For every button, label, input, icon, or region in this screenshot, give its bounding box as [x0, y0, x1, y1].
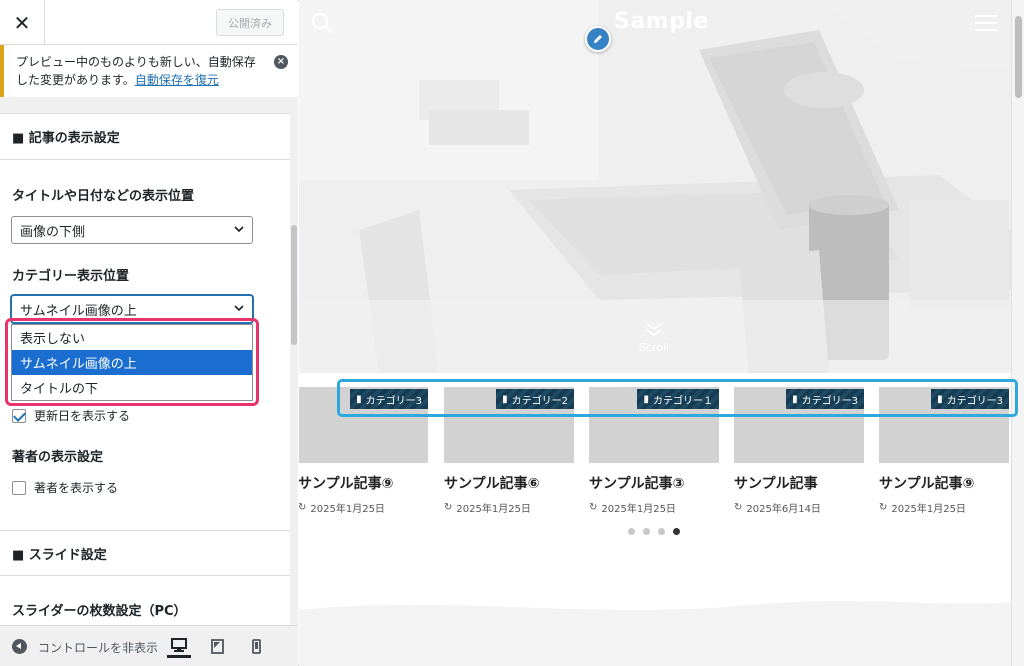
show-updated-checkbox[interactable]: [12, 408, 26, 423]
post-date: 2025年1月25日: [891, 504, 966, 515]
refresh-icon: ↻: [589, 502, 598, 513]
menu-icon[interactable]: [975, 14, 997, 32]
close-button[interactable]: ✕: [0, 0, 45, 45]
post-date: 2025年1月25日: [310, 504, 385, 515]
chevron-down-icon: [234, 305, 244, 312]
pagination-dot-active[interactable]: [673, 528, 680, 535]
site-title[interactable]: Sample: [614, 9, 709, 34]
close-icon: ✕: [13, 10, 31, 35]
site-preview: Sample Scroll ▮ カテゴリー3 サンプル記事⑨ ↻ 2025年1月25…: [299, 0, 1011, 666]
show-updated-label: 更新日を表示する: [34, 409, 131, 423]
tablet-icon[interactable]: [205, 634, 229, 658]
chevron-down-icon: [234, 226, 244, 233]
post-title[interactable]: サンプル記事⑨: [299, 473, 428, 493]
autosave-notice: プレビュー中のものよりも新しい、自動保存した変更があります。自動保存を復元 ×: [0, 45, 298, 97]
show-author-checkbox[interactable]: [12, 480, 26, 495]
show-author-row[interactable]: 著者を表示する: [12, 479, 118, 496]
refresh-icon: ↻: [299, 502, 307, 513]
preview-scroll-thumb[interactable]: [1015, 16, 1022, 98]
post-date: 2025年6月14日: [746, 504, 821, 515]
refresh-icon: ↻: [879, 502, 888, 513]
section-heading-slide: ■ スライド設定: [0, 530, 290, 576]
post-title[interactable]: サンプル記事③: [589, 473, 719, 493]
highlight-box-dropdown: [5, 318, 259, 406]
post-date: 2025年1月25日: [456, 504, 531, 515]
refresh-icon: ↻: [444, 502, 453, 513]
hero-image: Sample Scroll: [299, 0, 1011, 373]
show-updated-row[interactable]: 更新日を表示する: [12, 407, 130, 424]
dismiss-notice-icon[interactable]: ×: [274, 55, 288, 69]
customizer-panel: ✕ 公開済み プレビュー中のものよりも新しい、自動保存した変更があります。自動保…: [0, 0, 298, 666]
pencil-icon: [594, 35, 602, 43]
collapse-label[interactable]: コントロールを非表示: [38, 639, 158, 656]
panel-scrollbar[interactable]: [290, 97, 298, 625]
category-position-value: サムネイル画像の上: [20, 303, 137, 319]
publish-button[interactable]: 公開済み: [216, 9, 284, 36]
panel-footer: コントロールを非表示: [0, 625, 298, 666]
post-title[interactable]: サンプル記事: [734, 473, 864, 493]
scroll-label: Scroll: [638, 341, 670, 354]
edit-shortcut-button[interactable]: [585, 26, 611, 52]
desktop-icon[interactable]: [167, 634, 191, 658]
panel-scroll-thumb[interactable]: [291, 225, 297, 345]
double-chevron-down-icon: [646, 323, 662, 336]
pagination-dot[interactable]: [628, 528, 635, 535]
collapse-icon[interactable]: [12, 639, 27, 654]
title-position-value: 画像の下側: [20, 224, 86, 240]
pagination-dot[interactable]: [643, 528, 650, 535]
slider-count-label: スライダーの枚数設定（PC）: [12, 604, 187, 619]
post-date: 2025年1月25日: [601, 504, 676, 515]
category-position-label: カテゴリー表示位置: [12, 269, 130, 284]
preview-scrollbar[interactable]: [1011, 0, 1024, 666]
restore-autosave-link[interactable]: 自動保存を復元: [135, 73, 219, 87]
section-divider-wave: [299, 601, 1011, 666]
post-title[interactable]: サンプル記事⑨: [879, 473, 1009, 493]
title-position-select[interactable]: 画像の下側: [11, 216, 253, 244]
section-heading-post-display: ■ 記事の表示設定: [0, 113, 290, 160]
search-icon[interactable]: [311, 12, 333, 34]
slider-pagination: [628, 528, 680, 535]
author-settings-label: 著者の表示設定: [12, 450, 104, 465]
hero-overlay: [299, 0, 1011, 373]
post-title[interactable]: サンプル記事⑥: [444, 473, 574, 493]
highlight-box-categories: [337, 379, 1018, 417]
title-position-label: タイトルや日付などの表示位置: [12, 189, 195, 204]
panel-header: ✕ 公開済み: [0, 0, 298, 45]
scroll-indicator[interactable]: Scroll: [629, 322, 679, 354]
show-author-label: 著者を表示する: [34, 481, 119, 495]
mobile-icon[interactable]: [244, 634, 268, 658]
refresh-icon: ↻: [734, 502, 743, 513]
pagination-dot[interactable]: [658, 528, 665, 535]
